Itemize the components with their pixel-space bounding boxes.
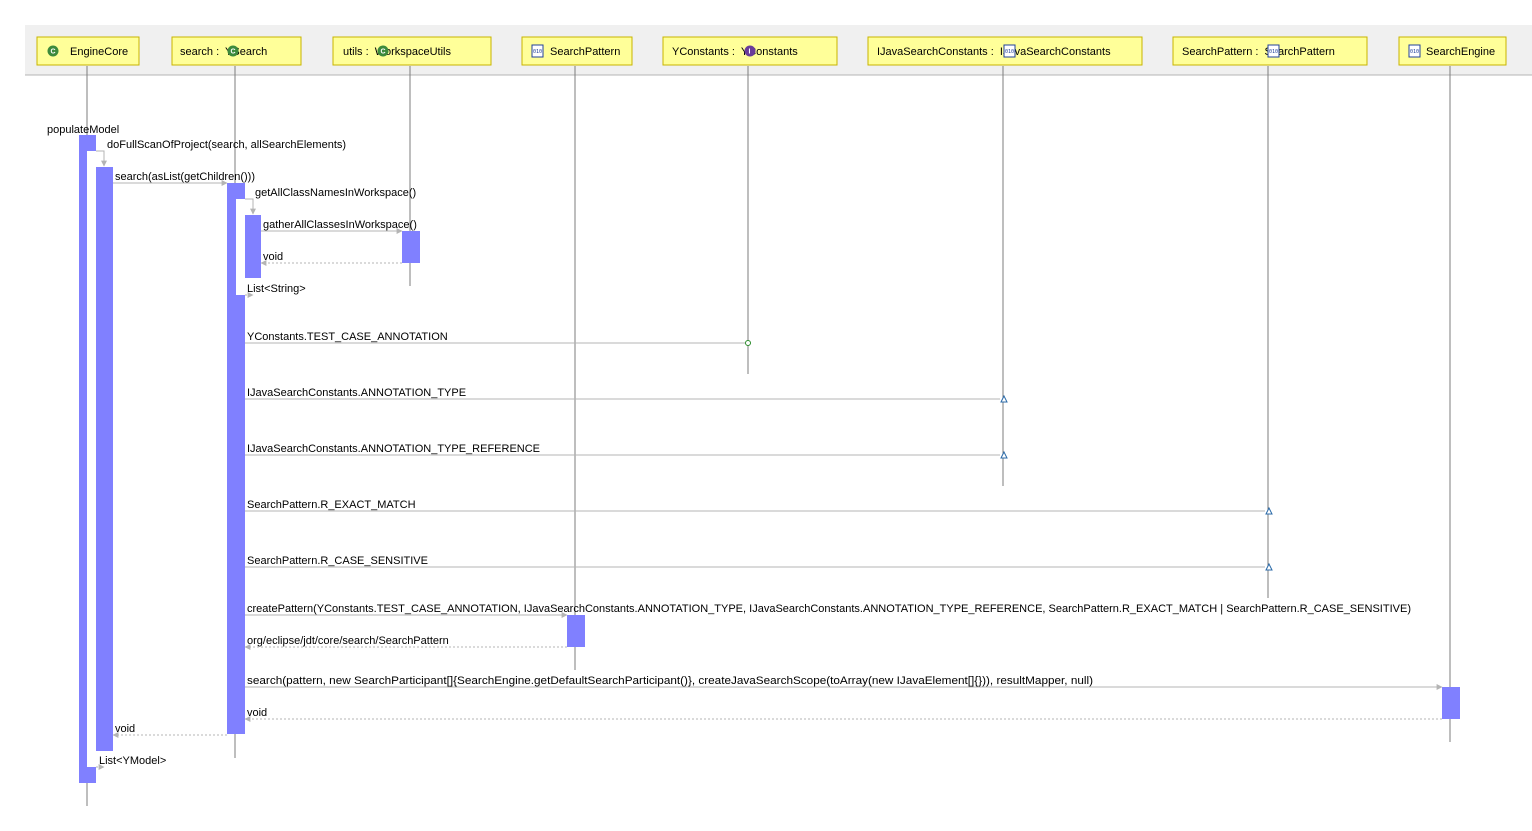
participant-search-engine[interactable]: 010 SearchEngine <box>1398 36 1507 66</box>
field-marker <box>1000 394 1008 403</box>
participant-yconstants[interactable]: YConstants : YConstants I <box>662 36 838 66</box>
message-label: getAllClassNamesInWorkspace() <box>255 187 416 199</box>
participant-label: EngineCore <box>70 46 128 58</box>
participant-engine-core[interactable]: C EngineCore <box>36 36 140 66</box>
message-label: void <box>247 707 267 719</box>
participant-ijava-search-constants[interactable]: IJavaSearchConstants : IJavaSearchConsta… <box>867 36 1143 66</box>
self-call-path <box>96 150 107 167</box>
svg-text:C: C <box>231 49 236 56</box>
activation-ysearch-nested[interactable] <box>245 215 261 278</box>
participant-label: SearchEngine <box>1426 46 1495 58</box>
svg-text:I: I <box>749 49 751 56</box>
self-call-pad <box>87 151 96 767</box>
svg-text:010: 010 <box>533 49 542 55</box>
sequence-diagram: C EngineCore search : YSearch C utils : … <box>25 25 1532 806</box>
participant-workspace-utils[interactable]: utils : WorkspaceUtils C <box>332 36 492 66</box>
message-label: populateModel <box>47 124 119 136</box>
activation-search-pattern[interactable] <box>567 615 585 647</box>
activation-engine-core-nested[interactable] <box>96 167 113 751</box>
svg-text:C: C <box>51 49 56 56</box>
participant-ysearch[interactable]: search : YSearch C <box>171 36 302 66</box>
message-label: void <box>263 251 283 263</box>
message-label: org/eclipse/jdt/core/search/SearchPatter… <box>247 635 449 647</box>
message-label: SearchPattern.R_EXACT_MATCH <box>247 499 416 511</box>
participant-label: YConstants : YConstants <box>672 46 798 58</box>
message-label: List<String> <box>247 283 306 295</box>
participant-search-pattern-class[interactable]: 010 SearchPattern <box>521 36 633 66</box>
activation-workspace-utils[interactable] <box>402 231 420 263</box>
svg-text:C: C <box>381 49 386 56</box>
activation-search-engine[interactable] <box>1442 687 1460 719</box>
message-label: createPattern(YConstants.TEST_CASE_ANNOT… <box>247 603 1411 615</box>
svg-text:010: 010 <box>1269 49 1278 55</box>
self-call-pad <box>236 199 245 295</box>
participant-search-pattern-instance[interactable]: SearchPattern : SearchPattern 010 <box>1172 36 1368 66</box>
message-label: search(pattern, new SearchParticipant[]{… <box>247 675 1093 687</box>
field-marker <box>745 340 751 346</box>
message-label: search(asList(getChildren())) <box>115 171 255 183</box>
message-label: YConstants.TEST_CASE_ANNOTATION <box>247 331 448 343</box>
message-label: void <box>115 723 135 735</box>
message-label: IJavaSearchConstants.ANNOTATION_TYPE <box>247 387 466 399</box>
participant-label: IJavaSearchConstants : IJavaSearchConsta… <box>877 46 1111 58</box>
participant-label: SearchPattern <box>550 46 620 58</box>
message-label: gatherAllClassesInWorkspace() <box>263 219 417 231</box>
svg-text:010: 010 <box>1410 49 1419 55</box>
field-marker <box>1265 562 1273 571</box>
participant-label: SearchPattern : SearchPattern <box>1182 46 1335 58</box>
participant-label: utils : WorkspaceUtils <box>343 46 451 58</box>
self-call-path <box>245 198 256 215</box>
message-label: IJavaSearchConstants.ANNOTATION_TYPE_REF… <box>247 443 540 455</box>
field-marker <box>1265 506 1273 515</box>
field-marker <box>1000 450 1008 459</box>
message-label: SearchPattern.R_CASE_SENSITIVE <box>247 555 428 567</box>
participant-label: search : YSearch <box>180 46 267 58</box>
message-label: doFullScanOfProject(search, allSearchEle… <box>107 139 346 151</box>
svg-text:010: 010 <box>1005 49 1014 55</box>
message-label: List<YModel> <box>99 755 166 767</box>
